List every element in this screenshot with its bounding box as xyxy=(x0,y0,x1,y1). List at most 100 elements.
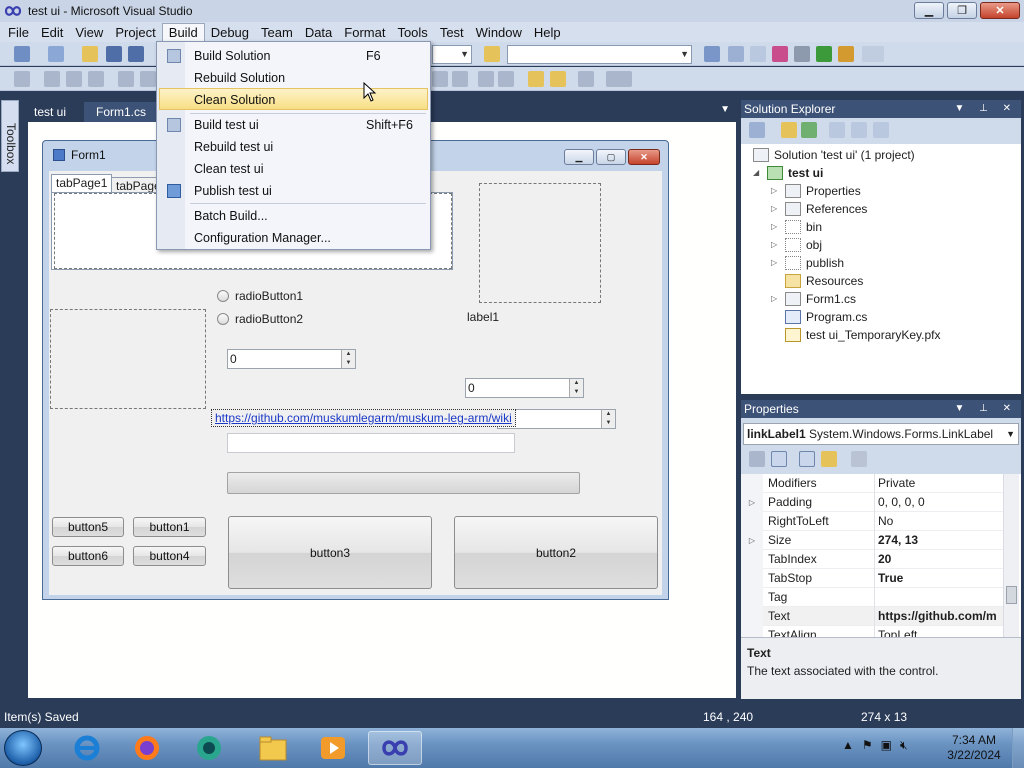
toolbox-tab[interactable]: Toolbox xyxy=(1,100,19,172)
file-explorer-icon[interactable] xyxy=(246,731,300,765)
tree-item-resources[interactable]: Resources xyxy=(771,272,863,290)
properties-window-icon[interactable] xyxy=(728,46,744,62)
tree-item-solution[interactable]: Solution 'test ui' (1 project) xyxy=(753,146,915,164)
tab-form1-cs[interactable]: Form1.cs xyxy=(84,102,159,122)
scrollbar-thumb[interactable] xyxy=(1006,586,1017,604)
open-file-icon[interactable] xyxy=(82,46,98,62)
bring-to-front-icon[interactable] xyxy=(528,71,544,87)
action-center-flag-icon[interactable]: ⚑ xyxy=(862,738,873,753)
center-vertically-icon[interactable] xyxy=(498,71,514,87)
tab-order-icon[interactable] xyxy=(578,71,594,87)
maximize-button[interactable]: ❐ xyxy=(947,2,977,19)
properties-view-icon[interactable] xyxy=(799,451,815,467)
property-pages-icon[interactable] xyxy=(851,451,867,467)
internet-explorer-icon[interactable] xyxy=(60,731,114,765)
media-player-icon[interactable] xyxy=(306,731,360,765)
volume-muted-icon[interactable]: 🔇︎ xyxy=(900,738,908,753)
menu-window[interactable]: Window xyxy=(470,23,528,42)
solution-platform-combo[interactable]: ▼ xyxy=(432,45,472,64)
vertical-spacing-icon[interactable] xyxy=(452,71,468,87)
menu-team[interactable]: Team xyxy=(255,23,299,42)
extension-manager-icon[interactable] xyxy=(794,46,810,62)
tree-item-form1-cs[interactable]: ▷ Form1.cs xyxy=(771,290,856,308)
tree-item-obj[interactable]: ▷ obj xyxy=(771,236,822,254)
tree-item-program-cs[interactable]: Program.cs xyxy=(771,308,867,326)
radio-button1[interactable]: radioButton1 xyxy=(217,289,303,303)
collapse-arrow-icon[interactable]: ◢ xyxy=(753,164,767,182)
menu-view[interactable]: View xyxy=(69,23,109,42)
expand-arrow-icon[interactable]: ▷ xyxy=(771,218,785,236)
save-all-icon[interactable] xyxy=(128,46,144,62)
menu-data[interactable]: Data xyxy=(299,23,338,42)
find-in-files-icon[interactable] xyxy=(484,46,500,62)
property-grid-scrollbar[interactable] xyxy=(1003,474,1019,637)
menu-format[interactable]: Format xyxy=(338,23,391,42)
panel1[interactable] xyxy=(50,309,206,409)
solution-explorer-icon[interactable] xyxy=(704,46,720,62)
events-lightning-icon[interactable] xyxy=(821,451,837,467)
menu-tools[interactable]: Tools xyxy=(391,23,433,42)
lock-controls-icon[interactable] xyxy=(606,71,632,87)
menu-edit[interactable]: Edit xyxy=(35,23,69,42)
numeric-updown1[interactable]: 0 ▲ ▼ xyxy=(227,349,356,369)
menu-help[interactable]: Help xyxy=(528,23,567,42)
taskbar-clock[interactable]: 7:34 AM 3/22/2024 xyxy=(946,733,1002,763)
spin-arrows-icon[interactable]: ▲ ▼ xyxy=(601,410,615,428)
view-code-icon[interactable] xyxy=(829,122,845,138)
progress-bar1[interactable] xyxy=(227,472,580,494)
start-button[interactable] xyxy=(4,730,42,766)
menu-clean-test-ui[interactable]: Clean test ui xyxy=(159,158,428,180)
property-row[interactable]: Modifiers Private xyxy=(741,474,1003,493)
menu-test[interactable]: Test xyxy=(434,23,470,42)
label1[interactable]: label1 xyxy=(467,310,499,324)
align-rights-icon[interactable] xyxy=(88,71,104,87)
button3[interactable]: button3 xyxy=(228,516,432,589)
text-box1[interactable] xyxy=(227,433,515,453)
expand-arrow-icon[interactable]: ▷ xyxy=(771,236,785,254)
menu-build[interactable]: Build xyxy=(161,22,205,42)
button4[interactable]: button4 xyxy=(133,546,206,566)
center-horizontally-icon[interactable] xyxy=(478,71,494,87)
show-all-files-icon[interactable] xyxy=(781,122,797,138)
close-button[interactable]: ✕ xyxy=(980,2,1020,19)
align-lefts-icon[interactable] xyxy=(44,71,60,87)
menu-publish-test-ui[interactable]: Publish test ui xyxy=(159,180,428,202)
spacing-icon[interactable] xyxy=(432,71,448,87)
refresh-icon[interactable] xyxy=(801,122,817,138)
add-item-icon[interactable] xyxy=(48,46,64,62)
alphabetical-icon[interactable] xyxy=(771,451,787,467)
menu-batch-build[interactable]: Batch Build... xyxy=(159,205,428,227)
network-icon[interactable]: ▣ xyxy=(881,738,892,753)
categorized-icon[interactable] xyxy=(749,451,765,467)
view-class-diagram-icon[interactable] xyxy=(873,122,889,138)
spin-arrows-icon[interactable]: ▲ ▼ xyxy=(569,379,583,397)
menu-debug[interactable]: Debug xyxy=(205,23,255,42)
tab-test-ui[interactable]: test ui xyxy=(22,102,78,122)
align-to-grid-icon[interactable] xyxy=(14,71,30,87)
link-label1[interactable]: https://github.com/muskumlegarm/muskum-l… xyxy=(211,409,516,427)
object-browser-icon[interactable] xyxy=(750,46,766,62)
save-icon[interactable] xyxy=(106,46,122,62)
command-window-icon[interactable] xyxy=(838,46,854,62)
menu-configuration-manager[interactable]: Configuration Manager... xyxy=(159,227,428,249)
tree-item-bin[interactable]: ▷ bin xyxy=(771,218,822,236)
tree-item-pfx[interactable]: test ui_TemporaryKey.pfx xyxy=(771,326,941,344)
picture-box[interactable] xyxy=(479,183,601,303)
expand-arrow-icon[interactable]: ▷ xyxy=(771,200,785,218)
view-designer-icon[interactable] xyxy=(851,122,867,138)
other-windows-icon[interactable] xyxy=(862,46,884,62)
visual-studio-taskbar-icon[interactable] xyxy=(368,731,422,765)
menu-build-solution[interactable]: Build Solution F6 xyxy=(159,45,428,67)
spin-arrows-icon[interactable]: ▲ ▼ xyxy=(341,350,355,368)
chevron-down-icon[interactable]: ▼ xyxy=(1006,424,1015,444)
expand-arrow-icon[interactable]: ▷ xyxy=(771,290,785,308)
tree-item-references[interactable]: ▷ References xyxy=(771,200,867,218)
toolbox-toolbar-icon[interactable] xyxy=(772,46,788,62)
property-row[interactable]: RightToLeft No xyxy=(741,512,1003,531)
menu-rebuild-test-ui[interactable]: Rebuild test ui xyxy=(159,136,428,158)
properties-icon[interactable] xyxy=(749,122,765,138)
button2[interactable]: button2 xyxy=(454,516,658,589)
menu-file[interactable]: File xyxy=(2,23,35,42)
menu-project[interactable]: Project xyxy=(109,23,161,42)
show-desktop-button[interactable] xyxy=(1012,728,1024,768)
